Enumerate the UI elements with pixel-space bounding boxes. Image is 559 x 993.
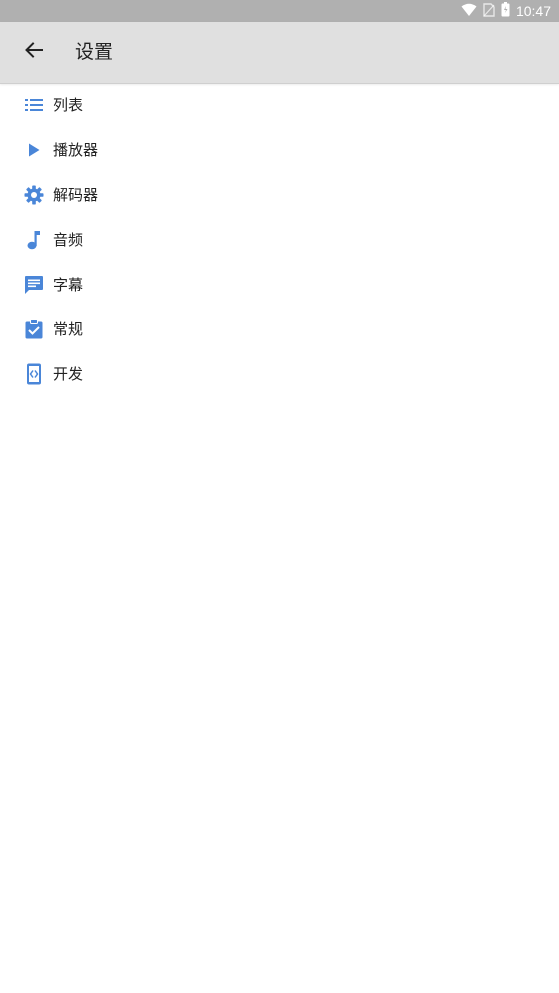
status-bar: 10:47	[0, 0, 559, 22]
play-icon	[23, 139, 45, 161]
settings-item-label: 字幕	[53, 275, 84, 294]
page-title: 设置	[75, 41, 114, 63]
app-bar: 设置	[0, 22, 559, 84]
settings-item-decoder[interactable]: 解码器	[0, 173, 559, 218]
settings-item-label: 音频	[53, 230, 84, 249]
status-time: 10:47	[515, 3, 551, 19]
settings-list: 列表 播放器 解码器 音频 字幕 常规 开发	[0, 83, 559, 397]
settings-item-label: 开发	[53, 365, 84, 384]
settings-item-player[interactable]: 播放器	[0, 128, 559, 173]
arrow-back-icon	[25, 42, 43, 62]
clipboard-check-icon	[23, 318, 45, 340]
settings-item-audio[interactable]: 音频	[0, 217, 559, 262]
gear-icon	[23, 184, 45, 206]
settings-item-label: 解码器	[53, 185, 99, 204]
subtitle-icon	[23, 274, 45, 296]
settings-item-label: 播放器	[53, 141, 99, 160]
settings-item-label: 常规	[53, 320, 84, 339]
settings-item-general[interactable]: 常规	[0, 307, 559, 352]
list-icon	[23, 94, 45, 116]
wifi-icon	[461, 2, 477, 21]
developer-mode-icon	[23, 363, 45, 385]
no-sim-icon	[483, 2, 495, 21]
settings-item-label: 列表	[53, 96, 84, 115]
back-button[interactable]	[18, 36, 50, 68]
settings-item-subtitles[interactable]: 字幕	[0, 262, 559, 307]
music-note-icon	[23, 229, 45, 251]
settings-item-developer[interactable]: 开发	[0, 352, 559, 397]
battery-icon	[501, 1, 510, 21]
settings-item-list[interactable]: 列表	[0, 83, 559, 128]
